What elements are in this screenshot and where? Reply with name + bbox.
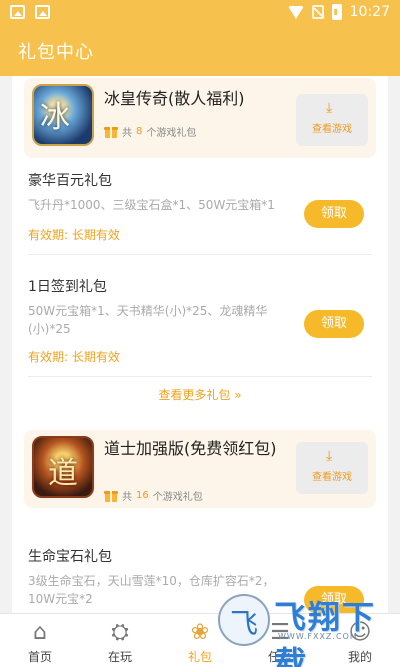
download-icon [325, 100, 339, 117]
divider [28, 254, 372, 255]
gift-icon [104, 125, 118, 138]
image-notification-icon [35, 5, 50, 19]
claim-button[interactable]: 领取 [304, 200, 364, 228]
game-icon-bingquan[interactable]: 冰 [32, 84, 94, 146]
download-icon [325, 448, 339, 465]
page-title: 礼包中心 [18, 42, 94, 63]
tab-playing[interactable]: ⛭ 在玩 [80, 614, 160, 667]
view-game-button[interactable]: 查看游戏 [296, 442, 368, 494]
pack-desc: 飞升丹*1000、三级宝石盒*1、50W元宝箱*1 [28, 198, 275, 212]
game-title[interactable]: 道士加强版(免费领红包) [104, 438, 294, 460]
tab-home[interactable]: ⌂ 首页 [0, 614, 80, 667]
no-sim-icon [311, 5, 324, 19]
gift-tab-icon: ❀ [190, 620, 210, 645]
status-bar: 10:27 [0, 0, 400, 26]
gift-count: 共 16 个游戏礼包 [104, 488, 203, 503]
view-game-button[interactable]: 查看游戏 [296, 94, 368, 146]
battery-icon [331, 4, 342, 20]
divider [28, 376, 372, 377]
gift-pack: 1日签到礼包 50W元宝箱*1、天书精华(小)*25、龙魂精华(小)*25 有效… [28, 276, 372, 364]
game-title[interactable]: 冰皇传奇(散人福利) [104, 88, 294, 110]
game-icon-daoshi[interactable]: 道 [32, 436, 94, 498]
gift-icon [104, 489, 118, 502]
pack-validity: 有效期: 长期有效 [28, 228, 120, 242]
gift-list[interactable]: 冰 冰皇传奇(散人福利) 共8个游戏礼包 查看游戏 豪华百元礼包 飞升丹*100… [0, 76, 400, 613]
watermark-logo-icon [218, 594, 270, 646]
gift-count: 共 8 个游戏礼包 [104, 124, 196, 139]
status-clock: 10:27 [349, 4, 390, 20]
pack-name: 生命宝石礼包 [28, 549, 112, 565]
game-gift-card: 道 道士加强版(免费领红包) 共16个游戏礼包 查看游戏 生命宝石礼包 3级生命… [12, 416, 388, 613]
wifi-icon [287, 5, 304, 19]
pack-name: 豪华百元礼包 [28, 173, 112, 189]
home-icon: ⌂ [33, 620, 47, 645]
more-gifts-link[interactable]: 查看更多礼包 » [12, 386, 388, 403]
gift-pack: 豪华百元礼包 飞升丹*1000、三级宝石盒*1、50W元宝箱*1 有效期: 长期… [28, 170, 372, 242]
pack-validity: 有效期: 长期有效 [28, 350, 120, 364]
game-header[interactable]: 道 道士加强版(免费领红包) 共16个游戏礼包 查看游戏 [24, 430, 376, 508]
pack-desc: 50W元宝箱*1、天书精华(小)*25、龙魂精华(小)*25 [28, 304, 268, 336]
playing-icon: ⛭ [111, 620, 129, 645]
claim-button[interactable]: 领取 [304, 310, 364, 338]
app-bar: 礼包中心 [0, 26, 400, 76]
gift-pack: 生命宝石礼包 3级生命宝石，天山雪莲*10，仓库扩容石*2，10W元宝*2 领取 [28, 546, 372, 613]
game-header[interactable]: 冰 冰皇传奇(散人福利) 共8个游戏礼包 查看游戏 [24, 78, 376, 158]
pack-name: 1日签到礼包 [28, 279, 107, 295]
site-watermark: 飞翔下载 WWW.FXXZ.COM [218, 590, 394, 667]
gallery-notification-icon [10, 5, 25, 19]
